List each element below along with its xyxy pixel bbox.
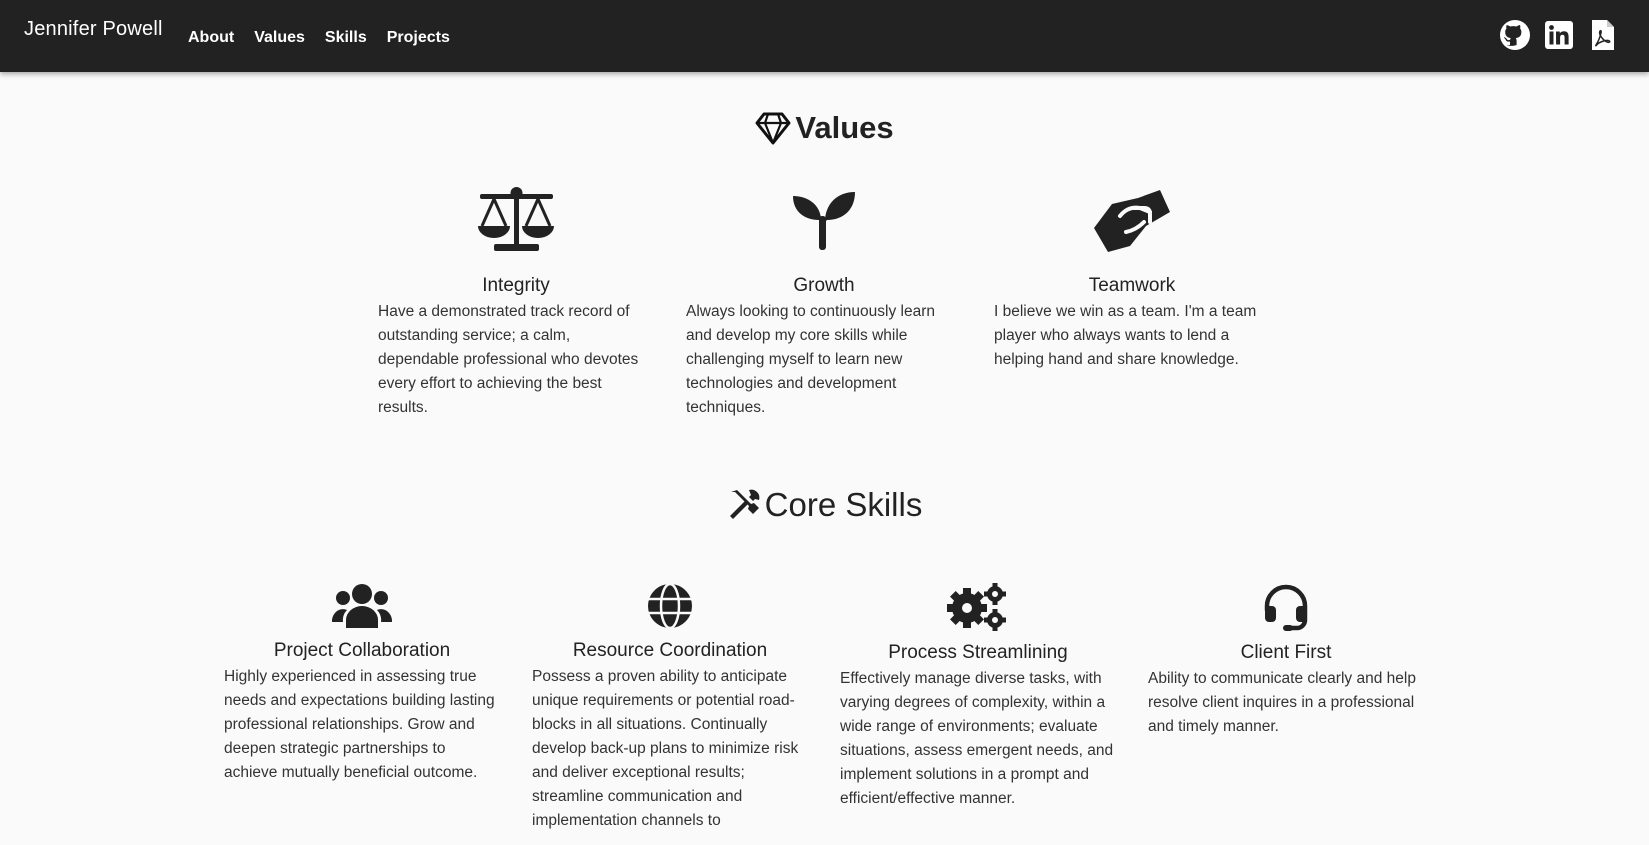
value-card-growth: Growth Always looking to continuously le…	[686, 186, 962, 420]
values-heading: Values	[0, 110, 1649, 146]
headset-icon	[1264, 584, 1308, 631]
nav-link-about[interactable]: About	[188, 29, 234, 47]
cogs-icon	[947, 583, 1006, 631]
social-links	[1499, 19, 1619, 51]
value-title: Teamwork	[1088, 275, 1176, 296]
brand-name[interactable]: Jennifer Powell	[24, 18, 163, 41]
value-title: Integrity	[482, 275, 550, 296]
value-title: Growth	[793, 275, 855, 296]
skills-heading: Core Skills	[0, 486, 1649, 524]
skill-card-project-collaboration: Project Collaboration Highly experienced…	[224, 582, 500, 785]
skill-description: Highly experienced in assessing true nee…	[224, 668, 495, 781]
skill-title: Client First	[1240, 642, 1332, 663]
skill-title: Project Collaboration	[273, 640, 451, 661]
handshake-icon	[1094, 190, 1170, 252]
users-icon	[331, 584, 393, 628]
value-card-integrity: Integrity Have a demonstrated track reco…	[378, 186, 654, 420]
nav-link-values[interactable]: Values	[254, 29, 305, 47]
nav-links: About Values Skills Projects	[188, 29, 450, 47]
github-icon[interactable]	[1499, 19, 1531, 51]
value-card-teamwork: Teamwork I believe we win as a team. I'm…	[994, 186, 1270, 372]
gem-icon	[755, 112, 791, 145]
value-description: I believe we win as a team. I'm a team p…	[994, 303, 1257, 368]
value-description: Have a demonstrated track record of outs…	[378, 303, 639, 416]
skill-card-process-streamlining: Process Streamlining Effectively manage …	[840, 582, 1116, 811]
skill-title: Resource Coordination	[572, 640, 768, 661]
navbar: Jennifer Powell About Values Skills Proj…	[0, 0, 1649, 72]
values-title: Values	[795, 110, 894, 145]
nav-link-projects[interactable]: Projects	[387, 29, 450, 47]
balance-scale-icon	[478, 187, 554, 251]
value-description: Always looking to continuously learn and…	[686, 303, 935, 416]
linkedin-icon[interactable]	[1543, 19, 1575, 51]
skill-description: Effectively manage diverse tasks, with v…	[840, 670, 1114, 807]
skill-description: Ability to communicate clearly and help …	[1148, 670, 1416, 735]
tools-icon	[729, 489, 759, 519]
globe-icon	[648, 582, 692, 630]
skill-card-resource-coordination: Resource Coordination Possess a proven a…	[532, 582, 808, 833]
seedling-icon	[793, 192, 855, 250]
nav-link-skills[interactable]: Skills	[325, 29, 367, 47]
skill-title: Process Streamlining	[888, 642, 1068, 663]
skill-card-client-first: Client First Ability to communicate clea…	[1148, 582, 1424, 739]
skill-description: Possess a proven ability to anticipate u…	[532, 668, 799, 829]
skills-title: Core Skills	[764, 486, 923, 523]
pdf-resume-icon[interactable]	[1587, 19, 1619, 51]
